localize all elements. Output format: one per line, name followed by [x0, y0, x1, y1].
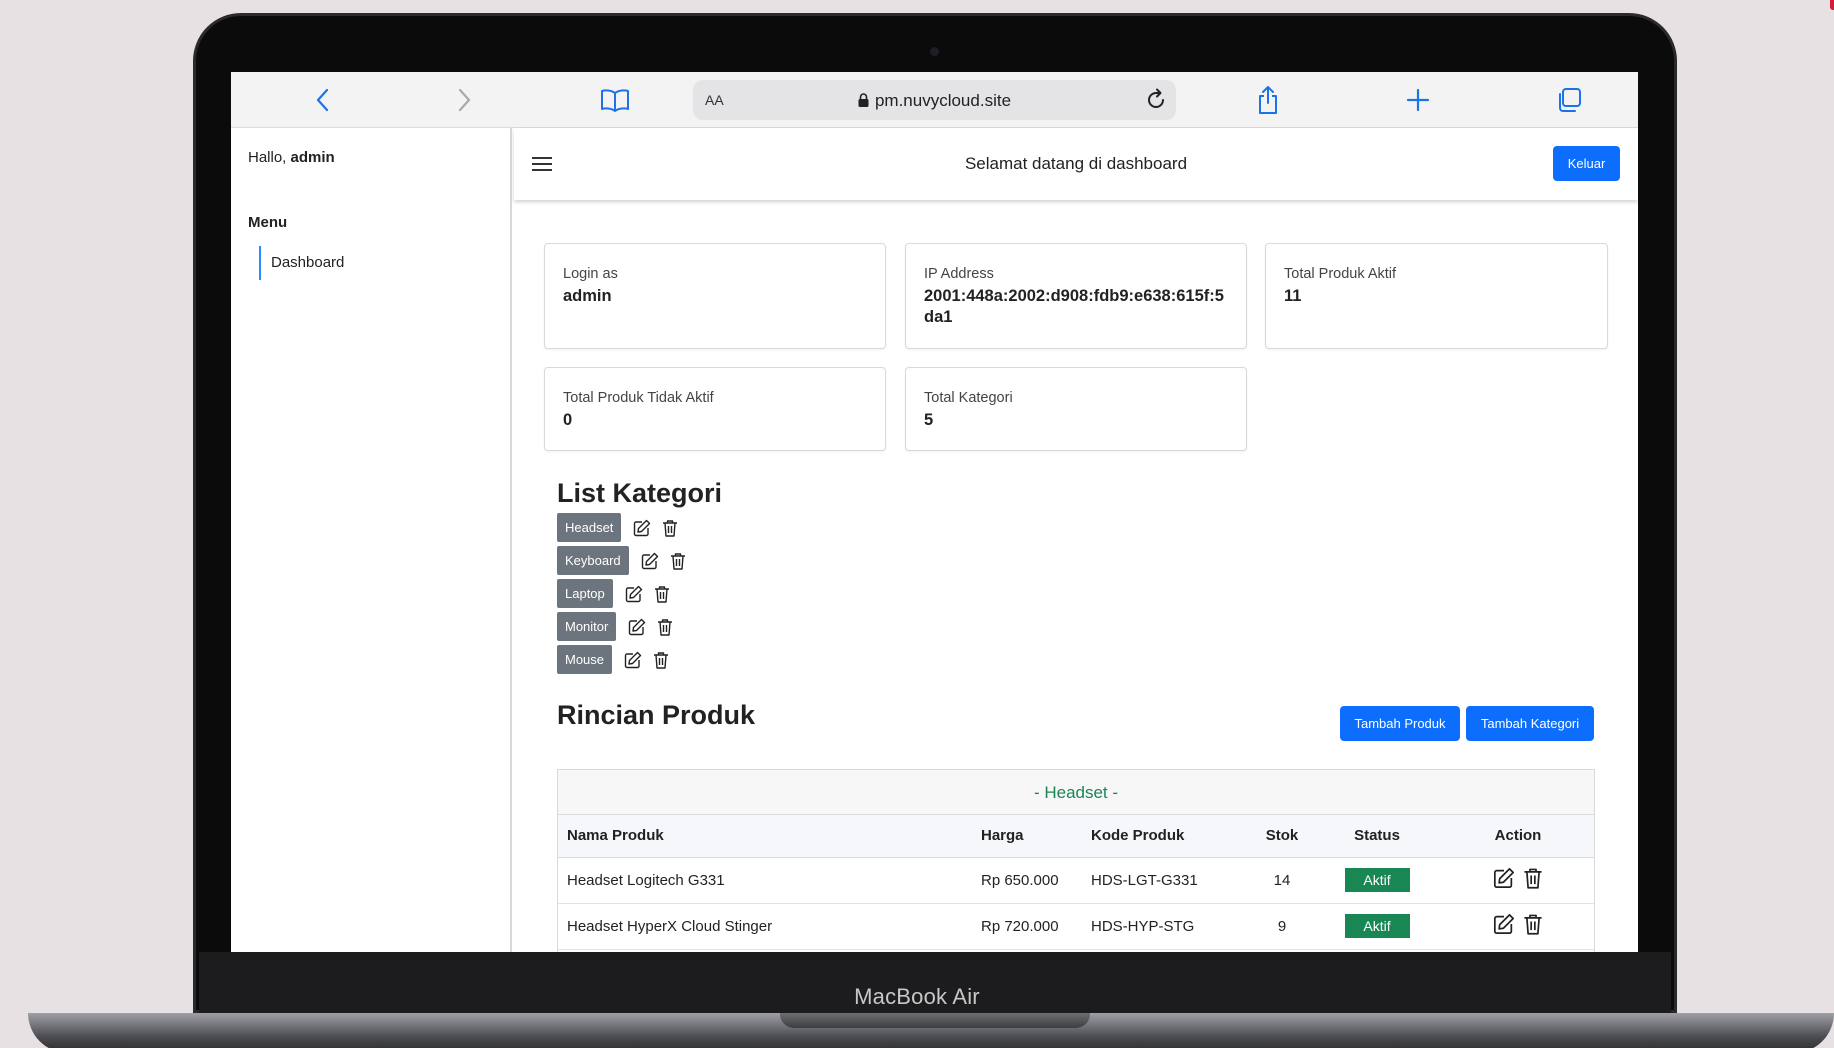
trash-icon[interactable]	[650, 649, 672, 671]
column-header: Status	[1312, 815, 1442, 858]
category-row: Keyboard	[557, 546, 695, 575]
page-title: Selamat datang di dashboard	[964, 154, 1188, 173]
card-total-kategori: Total Kategori 5	[905, 367, 1247, 451]
main-header: Selamat datang di dashboard Keluar	[514, 128, 1638, 200]
main-content: Selamat datang di dashboard Keluar Login…	[514, 128, 1638, 952]
column-header: Action	[1442, 815, 1594, 858]
cell-status: Aktif	[1312, 903, 1442, 950]
column-header: Stok	[1252, 815, 1312, 858]
trash-icon[interactable]	[1523, 867, 1543, 893]
card-login-as: Login as admin	[544, 243, 886, 349]
corner-accent	[1830, 0, 1834, 10]
reload-icon[interactable]	[1142, 86, 1170, 119]
product-table: - Headset - Nama Produk Harga Kode Produ…	[557, 769, 1595, 952]
photo-stage: MacBook Air AA pm.nuvycloud.site Hallo, …	[0, 0, 1834, 1048]
column-header: Kode Produk	[1082, 815, 1252, 858]
cell-name: Headset HyperX Cloud Stinger	[558, 903, 972, 950]
url-text: pm.nuvycloud.site	[874, 91, 1012, 110]
category-badge[interactable]: Monitor	[557, 612, 617, 641]
status-badge: Aktif	[1344, 914, 1410, 938]
edit-icon[interactable]	[631, 517, 653, 539]
trash-icon[interactable]	[651, 583, 673, 605]
category-list-title: List Kategori	[557, 478, 723, 508]
sidebar: Hallo, admin Menu Dashboard	[231, 128, 512, 952]
greeting-username: admin	[290, 149, 335, 166]
browser-toolbar: AA pm.nuvycloud.site	[231, 72, 1638, 128]
cell-code: HDS-HYP-STG	[1082, 903, 1252, 950]
card-value: 2001:448a:2002:d908:fdb9:e638:615f:5da1	[924, 287, 1224, 326]
card-label: Total Produk Tidak Aktif	[563, 390, 714, 406]
card-label: Login as	[563, 266, 618, 282]
cell-name: Headset Logitech G331	[558, 857, 972, 904]
cell-stock: 14	[1252, 857, 1312, 904]
column-header: Harga	[972, 815, 1082, 858]
forward-icon[interactable]	[447, 82, 483, 118]
add-category-button[interactable]: Tambah Kategori	[1466, 706, 1594, 741]
category-row: Laptop	[557, 579, 679, 608]
back-icon[interactable]	[304, 82, 340, 118]
card-value: admin	[563, 287, 612, 305]
table-row: Headset HyperX Cloud Stinger Rp 720.000 …	[558, 903, 1594, 950]
category-badge[interactable]: Mouse	[557, 645, 613, 674]
trash-icon[interactable]	[1523, 913, 1543, 939]
cell-status: Aktif	[1312, 857, 1442, 904]
share-icon[interactable]	[1250, 82, 1286, 118]
table-row: Headset Logitech G331 Rp 650.000 HDS-LGT…	[558, 857, 1594, 904]
category-badge[interactable]: Laptop	[557, 579, 613, 608]
edit-icon[interactable]	[639, 550, 661, 572]
product-table-grid: Nama Produk Harga Kode Produk Stok Statu…	[558, 815, 1594, 950]
device-brand: MacBook Air	[854, 984, 980, 1009]
card-ip-address: IP Address 2001:448a:2002:d908:fdb9:e638…	[905, 243, 1247, 349]
edit-icon[interactable]	[1493, 867, 1515, 893]
product-group-title: - Headset -	[558, 770, 1594, 815]
bookmarks-icon[interactable]	[597, 82, 633, 118]
cell-action	[1442, 857, 1594, 904]
laptop-notch	[780, 1013, 1090, 1028]
column-header: Nama Produk	[558, 815, 972, 858]
logout-button[interactable]: Keluar	[1553, 146, 1620, 181]
trash-icon[interactable]	[654, 616, 676, 638]
sidebar-item-dashboard[interactable]: Dashboard	[259, 246, 344, 280]
edit-icon[interactable]	[622, 649, 644, 671]
category-row: Monitor	[557, 612, 682, 641]
edit-icon[interactable]	[1493, 913, 1515, 939]
lock-icon	[858, 92, 869, 112]
screen: AA pm.nuvycloud.site Hallo, admin Menu D…	[231, 72, 1638, 952]
edit-icon[interactable]	[626, 616, 648, 638]
menu-title: Menu	[248, 214, 288, 231]
cell-action	[1442, 903, 1594, 950]
tabs-overview-icon[interactable]	[1551, 82, 1587, 118]
card-total-produk-tidak-aktif: Total Produk Tidak Aktif 0	[544, 367, 886, 451]
card-label: Total Produk Aktif	[1284, 266, 1397, 282]
status-badge: Aktif	[1344, 868, 1410, 892]
category-row: Mouse	[557, 645, 678, 674]
category-badge[interactable]: Headset	[557, 513, 622, 542]
camera-dot	[930, 47, 939, 56]
card-total-produk-aktif: Total Produk Aktif 11	[1265, 243, 1608, 349]
trash-icon[interactable]	[667, 550, 689, 572]
category-badge[interactable]: Keyboard	[557, 546, 629, 575]
product-details-title: Rincian Produk	[557, 700, 756, 730]
new-tab-icon[interactable]	[1400, 82, 1436, 118]
category-row: Headset	[557, 513, 687, 542]
cell-stock: 9	[1252, 903, 1312, 950]
cell-code: HDS-LGT-G331	[1082, 857, 1252, 904]
table-header-row: Nama Produk Harga Kode Produk Stok Statu…	[558, 815, 1594, 858]
cell-price: Rp 650.000	[972, 857, 1082, 904]
cell-price: Rp 720.000	[972, 903, 1082, 950]
card-label: Total Kategori	[924, 390, 1013, 406]
trash-icon[interactable]	[659, 517, 681, 539]
card-value: 0	[563, 411, 573, 429]
card-value: 11	[1284, 287, 1302, 305]
card-label: IP Address	[924, 266, 994, 282]
add-product-button[interactable]: Tambah Produk	[1340, 706, 1460, 741]
card-value: 5	[924, 411, 934, 429]
greeting-prefix: Hallo,	[248, 149, 291, 166]
greeting: Hallo, admin	[248, 149, 335, 166]
address-bar[interactable]: AA pm.nuvycloud.site	[693, 80, 1176, 120]
edit-icon[interactable]	[623, 583, 645, 605]
